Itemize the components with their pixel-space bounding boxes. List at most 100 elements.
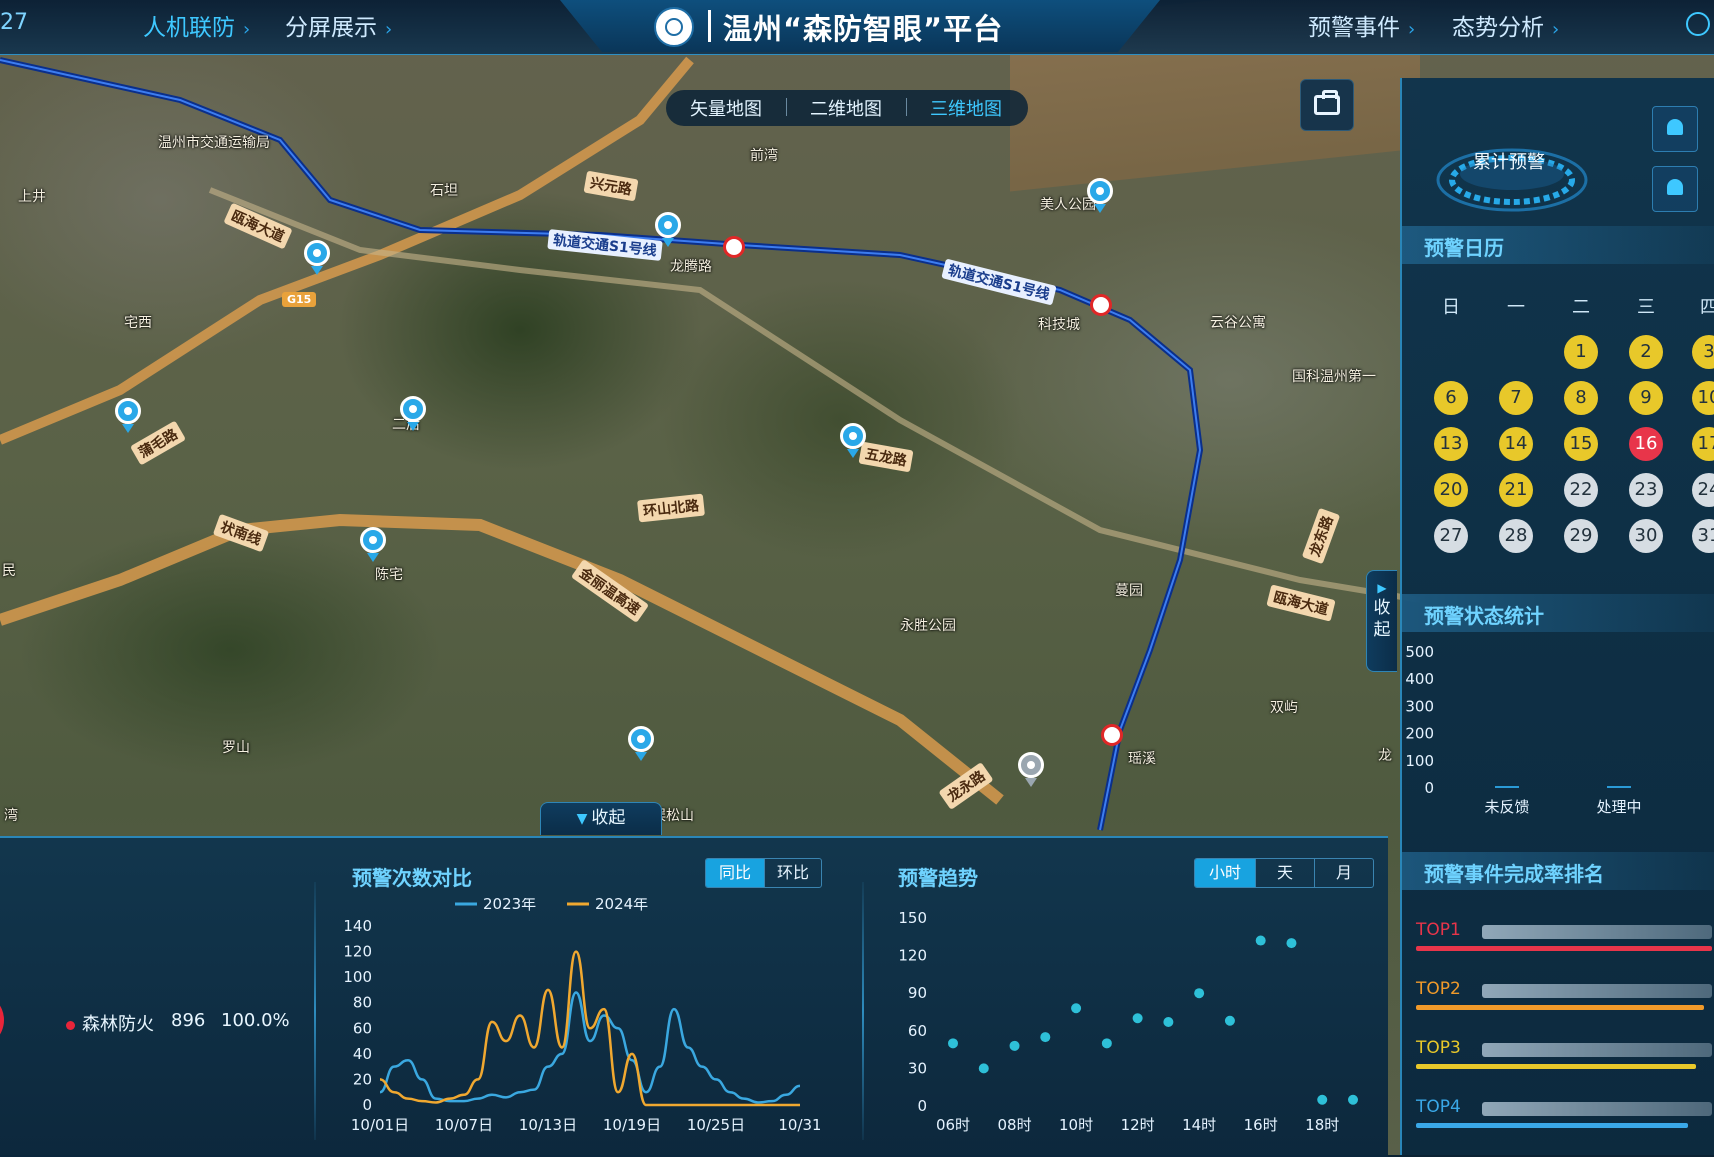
nav-item-split-screen[interactable]: 分屏展示 › — [285, 8, 392, 42]
calendar-day[interactable]: 10 — [1692, 381, 1714, 415]
y-tick-label: 100 — [343, 968, 372, 986]
calendar-day[interactable]: 31 — [1692, 519, 1714, 553]
y-tick-label: 30 — [908, 1059, 927, 1077]
map-label: 蔓园 — [1115, 583, 1143, 599]
bottom-panel: 预警次数对比 同比 环比 预警趋势 小时 天 月 0 20 40 60 80 100 120… — [0, 836, 1388, 1157]
camera-marker-icon[interactable] — [360, 527, 386, 562]
toggle-yoy[interactable]: 同比 — [706, 859, 764, 887]
calendar-day[interactable]: 1 — [1564, 335, 1598, 369]
metro-station-icon[interactable] — [723, 236, 745, 258]
fire-category-name: 森林防火 — [82, 1014, 154, 1035]
camera-marker-icon[interactable] — [1087, 178, 1113, 213]
calendar-day[interactable]: 7 — [1499, 381, 1533, 415]
redacted-name — [1482, 925, 1712, 939]
collapse-bottom-button[interactable]: ▼ 收起 — [540, 802, 662, 835]
calendar-day[interactable]: 29 — [1564, 519, 1598, 553]
compare-title: 预警次数对比 — [352, 866, 472, 890]
calendar-day[interactable]: 15 — [1564, 427, 1598, 461]
calendar-day[interactable]: 13 — [1434, 427, 1468, 461]
ranking-row[interactable]: TOP4 — [1412, 1097, 1712, 1137]
calendar-day[interactable]: 3 — [1692, 335, 1714, 369]
weekday-label: 三 — [1637, 297, 1655, 318]
status-bar — [1607, 786, 1631, 788]
map-type-vector[interactable]: 矢量地图 — [666, 95, 786, 121]
calendar-day[interactable]: 6 — [1434, 381, 1468, 415]
collapse-right-button[interactable]: ▶ 收起 — [1366, 570, 1397, 672]
map-label: 宅西 — [124, 315, 152, 331]
map-type-3d[interactable]: 三维地图 — [906, 95, 1026, 121]
alarm-icon[interactable] — [1652, 166, 1698, 212]
alarm-icon[interactable] — [1652, 106, 1698, 152]
camera-marker-icon[interactable] — [115, 398, 141, 433]
top-header: 27 人机联防 › 分屏展示 › 温州“森防智眼”平台 预警事件 › 态势分析 › — [0, 0, 1714, 55]
calendar-day[interactable]: 16 — [1629, 427, 1663, 461]
data-point — [1040, 1032, 1051, 1043]
ranking-title: 预警事件完成率排名 — [1424, 862, 1604, 886]
map-label: 罗山 — [222, 740, 250, 756]
y-tick-label: 60 — [908, 1022, 927, 1040]
toggle-day[interactable]: 天 — [1255, 859, 1314, 887]
y-tick-label: 90 — [908, 984, 927, 1002]
y-tick-label: 0 — [1424, 779, 1434, 797]
data-point — [1009, 1040, 1020, 1051]
calendar-day[interactable]: 14 — [1499, 427, 1533, 461]
calendar-day[interactable]: 23 — [1629, 473, 1663, 507]
x-tick-label: 16时 — [1244, 1116, 1278, 1134]
calendar-day[interactable]: 8 — [1564, 381, 1598, 415]
camera-marker-icon[interactable] — [1018, 752, 1044, 787]
ranking-row[interactable]: TOP2 — [1412, 979, 1712, 1019]
camera-marker-icon[interactable] — [628, 726, 654, 761]
calendar-day[interactable]: 27 — [1434, 519, 1468, 553]
camera-marker-icon[interactable] — [400, 396, 426, 431]
y-tick-label: 140 — [343, 917, 372, 935]
y-tick-label: 120 — [343, 943, 372, 961]
toolbox-button[interactable] — [1300, 79, 1354, 131]
toggle-month[interactable]: 月 — [1314, 859, 1373, 887]
ranking-header: 预警事件完成率排名 — [1402, 852, 1714, 890]
toggle-hour[interactable]: 小时 — [1195, 859, 1255, 887]
ranking-row[interactable]: TOP3 — [1412, 1038, 1712, 1078]
y-tick-label: 400 — [1405, 670, 1434, 688]
map-label: 前湾 — [750, 148, 778, 164]
calendar-day[interactable]: 28 — [1499, 519, 1533, 553]
map-type-2d[interactable]: 二维地图 — [786, 95, 906, 121]
calendar-day[interactable]: 17 — [1692, 427, 1714, 461]
data-point — [948, 1038, 958, 1049]
x-tick-label: 08时 — [997, 1116, 1031, 1134]
nav-item-warning-events[interactable]: 预警事件 › — [1308, 8, 1415, 42]
weekday-label: 一 — [1507, 297, 1525, 318]
y-tick-label: 100 — [1405, 752, 1434, 770]
toggle-mom[interactable]: 环比 — [764, 859, 821, 887]
compare-line-chart: 0 20 40 60 80 100 120 140 10/01日 10/07日 10/13日 10/1… — [343, 898, 820, 1134]
camera-marker-icon[interactable] — [304, 240, 330, 275]
metro-station-icon[interactable] — [1101, 724, 1123, 746]
ranking-row[interactable]: TOP1 — [1412, 920, 1712, 960]
map-label: 双屿 — [1270, 700, 1298, 716]
category-donut — [0, 992, 4, 1048]
calendar-day[interactable]: 30 — [1629, 519, 1663, 553]
calendar-day[interactable]: 24 — [1692, 473, 1714, 507]
metro-station-icon[interactable] — [1090, 294, 1112, 316]
x-tick-label: 10/25日 — [687, 1116, 745, 1134]
x-tick-label: 未反馈 — [1484, 798, 1529, 816]
camera-marker-icon[interactable] — [655, 212, 681, 247]
user-icon[interactable] — [1686, 12, 1710, 36]
nav-item-human-machine[interactable]: 人机联防 › — [143, 8, 250, 42]
x-tick-label: 10/01日 — [351, 1116, 409, 1134]
nav-item-situation-analysis[interactable]: 态势分析 › — [1452, 8, 1559, 42]
y-tick-label: 80 — [353, 994, 372, 1012]
x-tick-label: 10/19日 — [603, 1116, 661, 1134]
calendar-day[interactable]: 20 — [1434, 473, 1468, 507]
calendar-day[interactable]: 9 — [1629, 381, 1663, 415]
calendar-day[interactable]: 21 — [1499, 473, 1533, 507]
ranking-label: TOP4 — [1416, 1097, 1461, 1117]
calendar-day[interactable]: 2 — [1629, 335, 1663, 369]
data-point — [1348, 1094, 1358, 1105]
calendar-day[interactable]: 22 — [1564, 473, 1598, 507]
map-label: 上井 — [18, 189, 46, 205]
camera-marker-icon[interactable] — [840, 423, 866, 458]
map-label: 温州市交通运输局 — [158, 135, 270, 151]
panel-divider — [862, 882, 864, 1140]
map-label: 永胜公园 — [900, 618, 956, 634]
ranking-label: TOP3 — [1416, 1038, 1461, 1058]
